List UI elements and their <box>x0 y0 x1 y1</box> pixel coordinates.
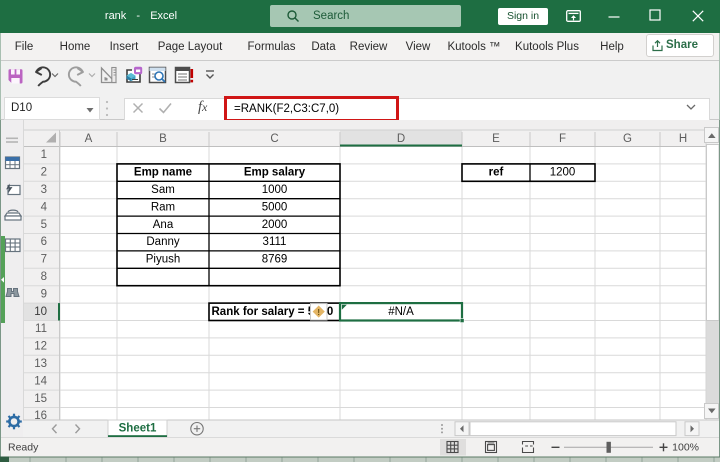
svg-text:Danny: Danny <box>146 236 179 248</box>
svg-text:Emp name: Emp name <box>134 167 192 179</box>
svg-text:6: 6 <box>41 236 47 248</box>
svg-text:100%: 100% <box>672 442 699 454</box>
svg-text:9: 9 <box>41 288 47 300</box>
svg-text:12: 12 <box>34 341 47 353</box>
svg-text:#N/A: #N/A <box>388 306 414 318</box>
svg-text:H: H <box>679 133 687 145</box>
svg-text:Emp salary: Emp salary <box>244 167 306 179</box>
svg-text:E: E <box>492 133 500 145</box>
svg-text:7: 7 <box>41 254 47 266</box>
svg-text:Ready: Ready <box>8 442 39 454</box>
svg-text:G: G <box>623 133 632 145</box>
svg-text:F: F <box>559 133 566 145</box>
svg-text:D: D <box>397 133 405 145</box>
svg-text:3: 3 <box>41 184 47 196</box>
svg-text:10: 10 <box>34 306 47 318</box>
svg-text:3111: 3111 <box>263 236 287 248</box>
svg-text:15: 15 <box>34 393 47 405</box>
svg-text:2: 2 <box>41 167 47 179</box>
svg-text:Ram: Ram <box>151 201 175 213</box>
svg-text:11: 11 <box>35 323 47 335</box>
svg-text:13: 13 <box>34 358 47 370</box>
svg-text:Sheet1: Sheet1 <box>119 422 157 434</box>
svg-text:Piyush: Piyush <box>146 254 181 266</box>
svg-text:Sam: Sam <box>151 184 175 196</box>
svg-text:5: 5 <box>41 219 47 231</box>
svg-text:14: 14 <box>34 375 47 387</box>
svg-text:1000: 1000 <box>262 184 288 196</box>
svg-text:8: 8 <box>41 271 47 283</box>
svg-text:B: B <box>159 133 167 145</box>
svg-text:A: A <box>85 133 93 145</box>
svg-text:4: 4 <box>41 201 48 213</box>
svg-text:C: C <box>270 133 278 145</box>
svg-text:1200: 1200 <box>550 167 576 179</box>
svg-text:8769: 8769 <box>262 254 288 266</box>
svg-text:Ana: Ana <box>153 219 174 231</box>
svg-text:!: ! <box>317 307 320 317</box>
svg-text:ref: ref <box>489 167 504 179</box>
svg-text:1: 1 <box>41 149 47 161</box>
svg-text:5000: 5000 <box>262 201 288 213</box>
svg-text:2000: 2000 <box>262 219 288 231</box>
